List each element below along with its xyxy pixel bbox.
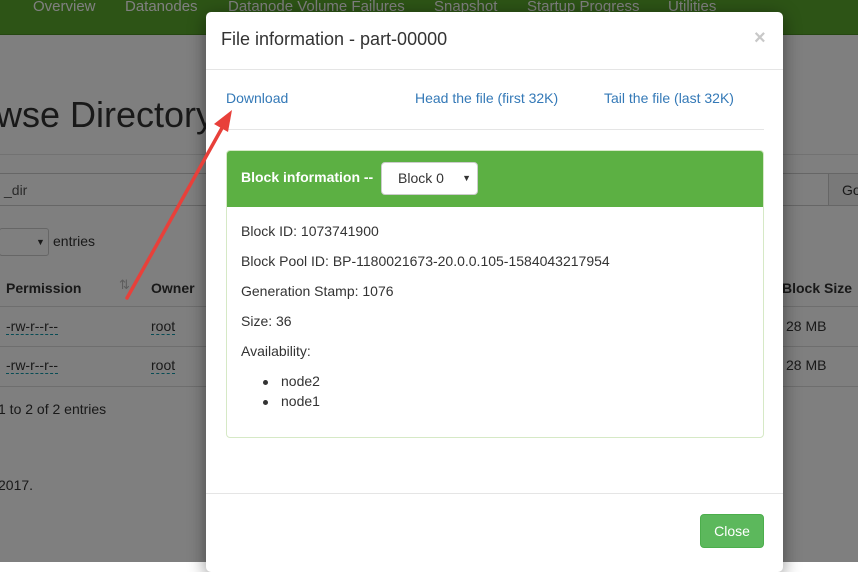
block-size: Size: 36 <box>241 313 292 329</box>
modal-header: File information - part-00000 × <box>206 12 783 70</box>
block-info-panel: Block information -- Block 0 ▼ Block ID:… <box>226 150 764 438</box>
block-select[interactable]: Block 0 ▼ <box>381 162 478 195</box>
availability-node[interactable]: node1 <box>281 393 320 409</box>
download-link[interactable]: Download <box>226 90 288 106</box>
bullet-icon <box>263 380 268 385</box>
block-select-value: Block 0 <box>398 170 444 186</box>
modal-title: File information - part-00000 <box>221 29 448 49</box>
file-information-modal: File information - part-00000 × Download… <box>206 12 783 572</box>
block-id: Block ID: 1073741900 <box>241 223 379 239</box>
bullet-icon <box>263 400 268 405</box>
availability-label: Availability: <box>241 343 311 359</box>
block-info-heading: Block information -- Block 0 ▼ <box>227 151 763 207</box>
availability-node[interactable]: node2 <box>281 373 320 389</box>
block-pool-id: Block Pool ID: BP-1180021673-20.0.0.105-… <box>241 253 610 269</box>
modal-divider <box>226 129 764 130</box>
head-file-link[interactable]: Head the file (first 32K) <box>415 90 558 106</box>
modal-footer-divider <box>206 493 783 494</box>
close-button[interactable]: Close <box>700 514 764 548</box>
close-icon[interactable]: × <box>754 27 766 50</box>
tail-file-link[interactable]: Tail the file (last 32K) <box>604 90 734 106</box>
generation-stamp: Generation Stamp: 1076 <box>241 283 394 299</box>
block-info-label: Block information -- <box>241 169 374 185</box>
chevron-down-icon: ▼ <box>462 173 471 183</box>
